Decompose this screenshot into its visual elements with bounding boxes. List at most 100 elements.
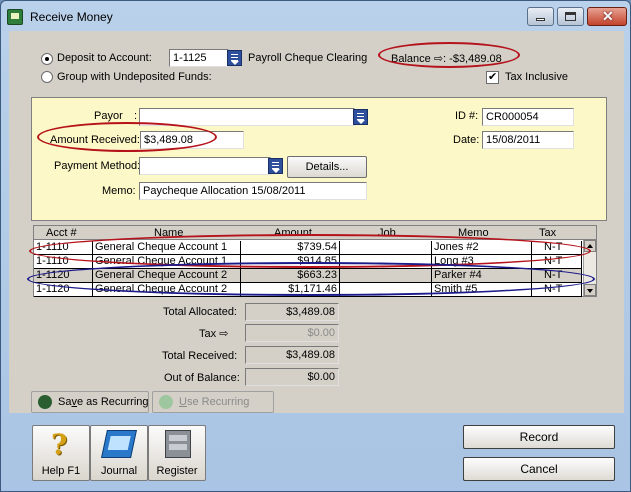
title-bar[interactable]: Receive Money ✕: [1, 1, 630, 31]
tax-value: $0.00: [245, 324, 339, 342]
save-recurring-label-pre: Sa: [58, 396, 72, 408]
cell-amount[interactable]: $663.23: [241, 269, 340, 283]
column-header-tax: Tax: [539, 227, 557, 239]
payment-method-list-icon[interactable]: [268, 158, 283, 174]
payor-list-icon[interactable]: [353, 109, 368, 125]
cell-amount[interactable]: $1,171.46: [241, 283, 340, 297]
help-question-icon: ?: [51, 428, 68, 461]
cell-job[interactable]: [340, 255, 432, 269]
group-undeposited-label: Group with Undeposited Funds:: [57, 71, 212, 83]
maximize-button[interactable]: [557, 7, 584, 26]
payment-method-input[interactable]: [139, 157, 271, 175]
cell-amount[interactable]: $739.54: [241, 241, 340, 255]
id-input[interactable]: CR000054: [482, 108, 574, 126]
balance-display: Balance ⇨: -$3,489.08: [391, 52, 502, 65]
journal-button[interactable]: Journal: [90, 425, 148, 481]
window-title: Receive Money: [30, 10, 113, 24]
register-cabinet-icon: [165, 430, 191, 458]
table-row[interactable]: 1-1120 General Cheque Account 2 $1,171.4…: [34, 283, 582, 297]
balance-value: : -$3,489.08: [443, 53, 502, 65]
register-button[interactable]: Register: [148, 425, 206, 481]
cell-tax[interactable]: N-T: [532, 283, 582, 297]
cell-memo[interactable]: Jones #2: [432, 241, 532, 255]
allocation-table: Acct # Name Amount Job Memo Tax 1-1110 G…: [33, 225, 597, 297]
table-header: Acct # Name Amount Job Memo Tax: [34, 226, 596, 240]
total-received-value: $3,489.08: [245, 346, 339, 364]
scroll-down-icon[interactable]: [584, 284, 596, 296]
memo-input[interactable]: Paycheque Allocation 15/08/2011: [139, 182, 367, 200]
journal-icon: [101, 430, 137, 458]
table-scrollbar[interactable]: [583, 240, 596, 296]
cell-job[interactable]: [340, 241, 432, 255]
use-recurring-button[interactable]: Use Recurring: [152, 391, 274, 413]
record-button[interactable]: Record: [463, 425, 615, 449]
cell-job[interactable]: [340, 269, 432, 283]
save-recurring-label-post: e as Recurring: [76, 396, 149, 408]
deposit-to-account-radio[interactable]: [41, 53, 53, 65]
amount-received-label: Amount Received:: [50, 134, 140, 146]
minimize-icon: [536, 18, 545, 21]
account-list-icon[interactable]: [227, 50, 242, 66]
scroll-up-icon[interactable]: [584, 240, 596, 252]
amount-received-input[interactable]: $3,489.08: [140, 131, 244, 149]
cancel-button[interactable]: Cancel: [463, 457, 615, 481]
total-allocated-value: $3,489.08: [245, 303, 339, 321]
use-recurring-label-post: se Recurring: [186, 396, 250, 408]
memo-label: Memo:: [102, 185, 136, 197]
balance-label: Balance: [391, 53, 431, 65]
tax-inclusive-label: Tax Inclusive: [505, 71, 568, 83]
details-button[interactable]: Details...: [287, 156, 367, 178]
help-button-label: Help F1: [41, 465, 81, 477]
cell-job[interactable]: [340, 283, 432, 297]
payor-colon: :: [134, 110, 138, 122]
cell-tax[interactable]: N-T: [532, 269, 582, 283]
cell-tax[interactable]: N-T: [532, 241, 582, 255]
cell-acct[interactable]: 1-1120: [34, 283, 93, 297]
table-row[interactable]: 1-1110 General Cheque Account 1 $739.54 …: [34, 241, 582, 255]
cell-memo[interactable]: Parker #4: [432, 269, 532, 283]
out-of-balance-value: $0.00: [245, 368, 339, 386]
account-number-input[interactable]: 1-1125: [169, 49, 229, 67]
cell-memo[interactable]: Long #3: [432, 255, 532, 269]
account-name-label: Payroll Cheque Clearing: [248, 52, 368, 64]
cell-acct[interactable]: 1-1110: [34, 255, 93, 269]
close-icon: ✕: [602, 8, 614, 24]
out-of-balance-label: Out of Balance:: [164, 372, 240, 384]
bottom-toolbar: ? Help F1 Journal Register Record Cancel: [1, 413, 630, 491]
total-allocated-label: Total Allocated:: [163, 306, 237, 318]
close-button[interactable]: ✕: [587, 7, 627, 26]
tax-label-text: Tax: [199, 328, 217, 340]
arrow-right-icon: ⇨: [433, 53, 444, 65]
cell-name[interactable]: General Cheque Account 2: [93, 269, 241, 283]
cell-acct[interactable]: 1-1110: [34, 241, 93, 255]
maximize-icon: [565, 12, 576, 21]
cell-memo[interactable]: Smith #5: [432, 283, 532, 297]
tax-inclusive-checkbox[interactable]: [486, 70, 499, 84]
payment-details-panel: Payor : Amount Received: $3,489.08 Payme…: [31, 97, 607, 221]
save-as-recurring-button[interactable]: Save as Recurring: [31, 391, 149, 413]
total-received-label: Total Received:: [162, 350, 238, 362]
use-recurring-icon: [159, 395, 173, 409]
cell-tax[interactable]: N-T: [532, 255, 582, 269]
date-input[interactable]: 15/08/2011: [482, 131, 574, 149]
column-header-name: Name: [154, 227, 184, 239]
receive-money-window: Receive Money ✕ Deposit to Account: 1-11…: [0, 0, 631, 492]
date-label: Date:: [453, 134, 480, 146]
help-button[interactable]: ? Help F1: [32, 425, 90, 481]
minimize-button[interactable]: [527, 7, 554, 26]
column-header-job: Job: [378, 227, 396, 239]
table-row[interactable]: 1-1110 General Cheque Account 1 $914.85 …: [34, 255, 582, 269]
cell-amount[interactable]: $914.85: [241, 255, 340, 269]
payor-label: Payor: [94, 110, 123, 122]
dialog-body: Deposit to Account: 1-1125 Payroll Chequ…: [9, 31, 624, 413]
cell-name[interactable]: General Cheque Account 2: [93, 283, 241, 297]
table-row[interactable]: 1-1120 General Cheque Account 2 $663.23 …: [34, 269, 582, 283]
cell-name[interactable]: General Cheque Account 1: [93, 255, 241, 269]
cell-name[interactable]: General Cheque Account 1: [93, 241, 241, 255]
save-recurring-icon: [38, 395, 52, 409]
payor-input[interactable]: [139, 108, 355, 126]
group-undeposited-radio[interactable]: [41, 71, 53, 83]
payment-method-label: Payment Method:: [54, 160, 141, 172]
column-header-acct: Acct #: [46, 227, 77, 239]
cell-acct[interactable]: 1-1120: [34, 269, 93, 283]
